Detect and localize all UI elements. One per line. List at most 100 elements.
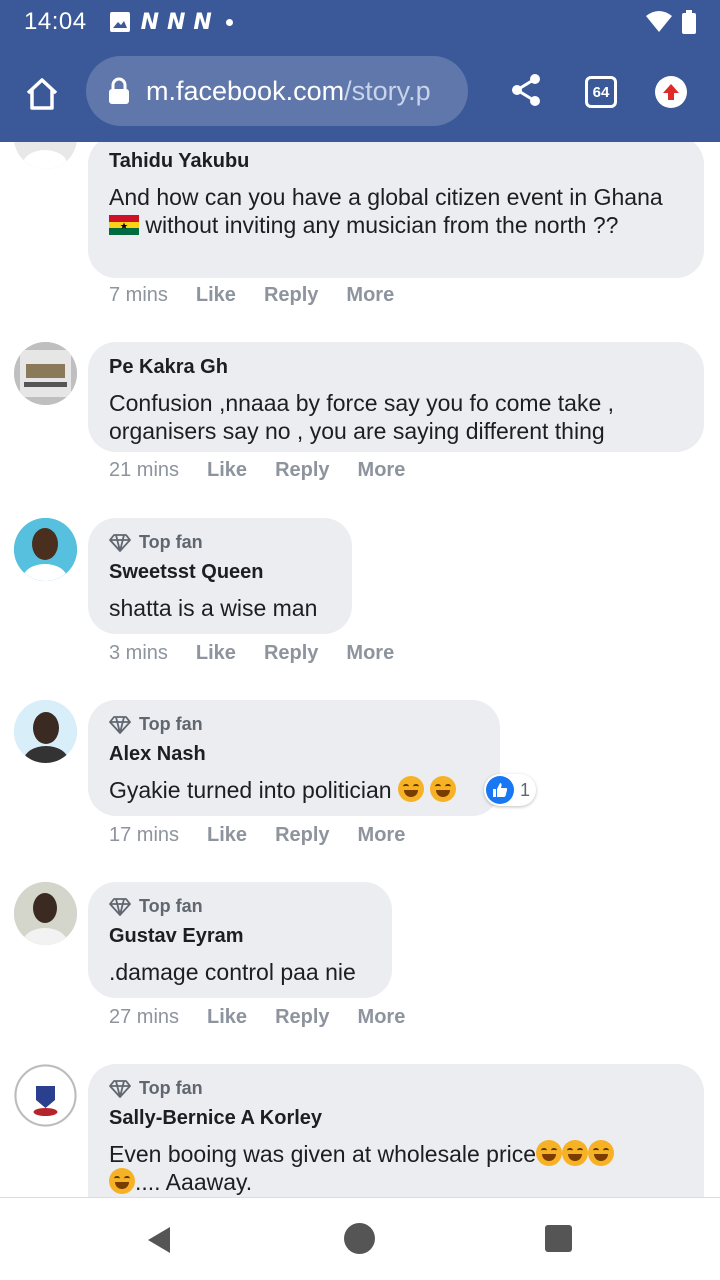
url-text: m.facebook.com/story.p — [146, 76, 431, 107]
like-button[interactable]: Like — [207, 824, 247, 847]
more-button[interactable]: More — [358, 824, 406, 847]
avatar-image — [14, 1064, 77, 1127]
comment-text-part: without inviting any musician from the n… — [139, 212, 619, 238]
comment-text-part: And how can you have a global citizen ev… — [109, 184, 663, 210]
avatar-image — [14, 882, 77, 945]
system-nav-bar — [0, 1197, 720, 1280]
wifi-icon — [646, 11, 672, 32]
comment-author[interactable]: Sally-Bernice A Korley — [109, 1107, 684, 1130]
top-fan-label: Top fan — [139, 1078, 203, 1098]
reaction-summary[interactable]: 1 — [484, 774, 537, 806]
comment-bubble: Pe Kakra Gh Confusion ,nnaaa by force sa… — [88, 342, 704, 452]
comment-text: Gyakie turned into politician — [109, 776, 480, 804]
avatar[interactable] — [14, 882, 77, 945]
back-icon[interactable] — [146, 1225, 172, 1255]
lock-icon — [109, 77, 129, 104]
top-fan-label: Top fan — [139, 896, 203, 916]
recent-apps-icon[interactable] — [545, 1225, 572, 1252]
comment-feed[interactable]: Tahidu Yakubu And how can you have a glo… — [0, 142, 720, 1197]
reaction-count: 1 — [520, 779, 531, 800]
comment-text-part: Gyakie turned into politician — [109, 777, 398, 803]
url-path: /story.p — [344, 75, 431, 106]
rolling-laughing-emoji-icon — [397, 776, 424, 802]
home-circle-icon[interactable] — [344, 1223, 375, 1254]
tab-switcher-button[interactable]: 64 — [585, 76, 617, 108]
avatar[interactable] — [14, 518, 77, 581]
top-fan-badge: Top fan — [109, 1078, 684, 1099]
comment-actions: 7 mins Like Reply More — [109, 284, 422, 307]
comment-time: 7 mins — [109, 284, 168, 306]
comment-text-part: Even booing was given at wholesale price — [109, 1141, 537, 1167]
notification-n-icon: N — [140, 9, 159, 35]
comment-author[interactable]: Tahidu Yakubu — [109, 150, 684, 173]
like-button[interactable]: Like — [207, 1006, 247, 1029]
rolling-laughing-emoji-icon — [588, 1140, 615, 1166]
ghana-flag-icon — [109, 215, 139, 235]
battery-icon — [682, 10, 696, 34]
comment-time: 21 mins — [109, 459, 180, 481]
avatar[interactable] — [14, 142, 77, 169]
top-fan-label: Top fan — [139, 714, 203, 734]
rolling-laughing-emoji-icon — [536, 1140, 563, 1166]
update-button[interactable] — [655, 76, 687, 108]
rolling-laughing-emoji-icon — [109, 1168, 135, 1194]
more-button[interactable]: More — [346, 284, 394, 307]
comment-author[interactable]: Sweetsst Queen — [109, 561, 332, 584]
more-button[interactable]: More — [358, 459, 406, 482]
diamond-icon — [109, 715, 131, 734]
comment-time: 27 mins — [109, 1006, 180, 1028]
comment-text: Even booing was given at wholesale price… — [109, 1140, 684, 1196]
notification-n-icon: N — [166, 9, 185, 35]
top-fan-badge: Top fan — [109, 896, 372, 917]
diamond-icon — [109, 533, 131, 552]
comment-author[interactable]: Alex Nash — [109, 743, 480, 766]
comment-bubble: Top fan Sweetsst Queen shatta is a wise … — [88, 518, 352, 634]
avatar[interactable] — [14, 1064, 77, 1127]
comment-bubble: Top fan Sally-Bernice A Korley Even booi… — [88, 1064, 704, 1197]
more-button[interactable]: More — [346, 642, 394, 665]
avatar-image — [14, 342, 77, 405]
comment-text: shatta is a wise man — [109, 595, 318, 621]
comment-time: 3 mins — [109, 642, 168, 664]
reply-button[interactable]: Reply — [264, 284, 318, 307]
arrow-up-icon — [663, 84, 679, 100]
comment-text: .damage control paa nie — [109, 959, 356, 985]
browser-toolbar: m.facebook.com/story.p 64 — [0, 44, 720, 142]
thumbs-up-icon — [486, 776, 514, 804]
status-bar: 14:04 N N N — [0, 0, 720, 44]
reply-button[interactable]: Reply — [264, 642, 318, 665]
more-button[interactable]: More — [358, 1006, 406, 1029]
comment-author[interactable]: Pe Kakra Gh — [109, 356, 684, 379]
avatar-image — [14, 700, 77, 763]
comment-actions: 27 mins Like Reply More — [109, 1006, 433, 1029]
status-notifications: N N N — [109, 10, 233, 35]
image-icon — [109, 12, 130, 32]
comment-time: 17 mins — [109, 824, 180, 846]
avatar-image — [14, 518, 77, 581]
comment-bubble: Tahidu Yakubu And how can you have a glo… — [88, 142, 704, 278]
comment-actions: 3 mins Like Reply More — [109, 642, 422, 665]
avatar-image — [14, 142, 77, 169]
reply-button[interactable]: Reply — [275, 1006, 329, 1029]
avatar[interactable] — [14, 700, 77, 763]
url-bar[interactable]: m.facebook.com/story.p — [86, 56, 468, 126]
rolling-laughing-emoji-icon — [430, 776, 457, 802]
url-domain: m.facebook.com — [146, 75, 345, 106]
comment-bubble: Top fan Gustav Eyram .damage control paa… — [88, 882, 392, 998]
like-button[interactable]: Like — [207, 459, 247, 482]
top-fan-label: Top fan — [139, 532, 203, 552]
like-button[interactable]: Like — [196, 284, 236, 307]
diamond-icon — [109, 897, 131, 916]
reply-button[interactable]: Reply — [275, 824, 329, 847]
top-fan-badge: Top fan — [109, 532, 332, 553]
comment-text: Confusion ,nnaaa by force say you fo com… — [109, 390, 615, 444]
avatar[interactable] — [14, 342, 77, 405]
like-button[interactable]: Like — [196, 642, 236, 665]
share-icon[interactable] — [508, 72, 544, 108]
comment-author[interactable]: Gustav Eyram — [109, 925, 372, 948]
reply-button[interactable]: Reply — [275, 459, 329, 482]
home-icon[interactable] — [22, 74, 62, 114]
comment-text: And how can you have a global citizen ev… — [109, 183, 684, 239]
comment-actions: 17 mins Like Reply More — [109, 824, 433, 847]
notification-n-icon: N — [193, 9, 211, 35]
